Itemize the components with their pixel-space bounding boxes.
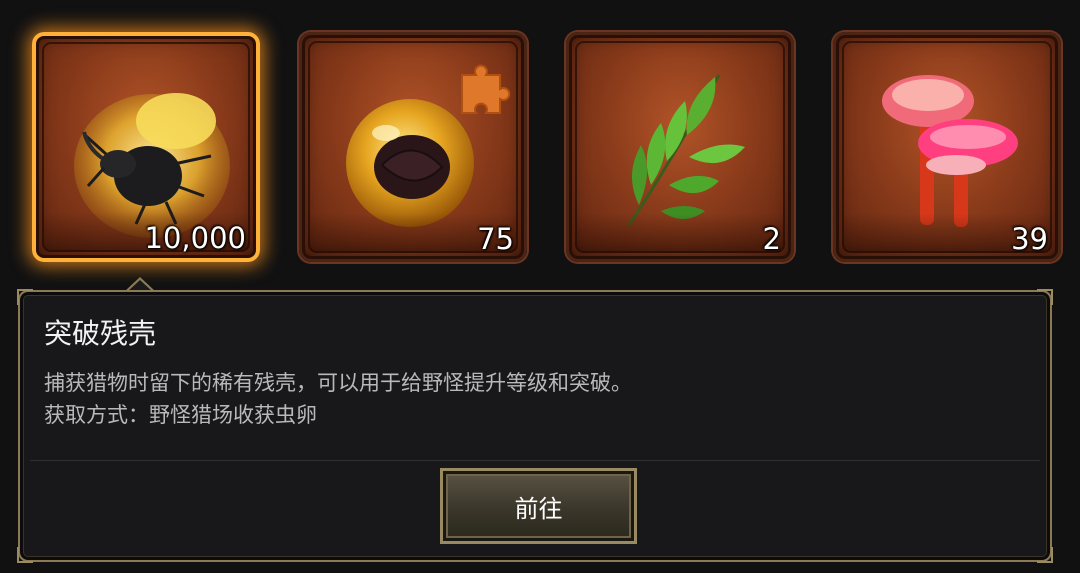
puzzle-piece-icon (461, 64, 511, 114)
item-count: 75 (477, 222, 514, 256)
item-slot-red-mushroom[interactable]: 39 (833, 32, 1061, 262)
item-title: 突破残壳 (44, 317, 157, 350)
item-count: 10,000 (144, 221, 246, 255)
count-bar (575, 213, 785, 253)
item-slot-green-herb[interactable]: 2 (566, 32, 794, 262)
panel-divider (30, 460, 1040, 461)
item-description: 捕获猎物时留下的稀有残壳，可以用于给野怪提升等级和突破。 (44, 371, 632, 395)
item-description-block: 捕获猎物时留下的稀有残壳，可以用于给野怪提升等级和突破。 获取方式：野怪猎场收获… (44, 367, 632, 431)
item-slot-beetle-amber[interactable]: 10,000 (32, 32, 260, 262)
item-slot-larva-amber[interactable]: 75 (299, 32, 527, 262)
item-source: 获取方式：野怪猎场收获虫卵 (44, 403, 317, 427)
panel-corner (17, 289, 33, 305)
item-count: 2 (762, 222, 781, 256)
panel-corner (17, 547, 33, 563)
item-count: 39 (1011, 222, 1048, 256)
item-detail-panel: 突破残壳 捕获猎物时留下的稀有残壳，可以用于给野怪提升等级和突破。 获取方式：野… (17, 289, 1053, 563)
panel-corner (1037, 289, 1053, 305)
panel-corner (1037, 547, 1053, 563)
go-button[interactable]: 前往 (440, 468, 637, 544)
